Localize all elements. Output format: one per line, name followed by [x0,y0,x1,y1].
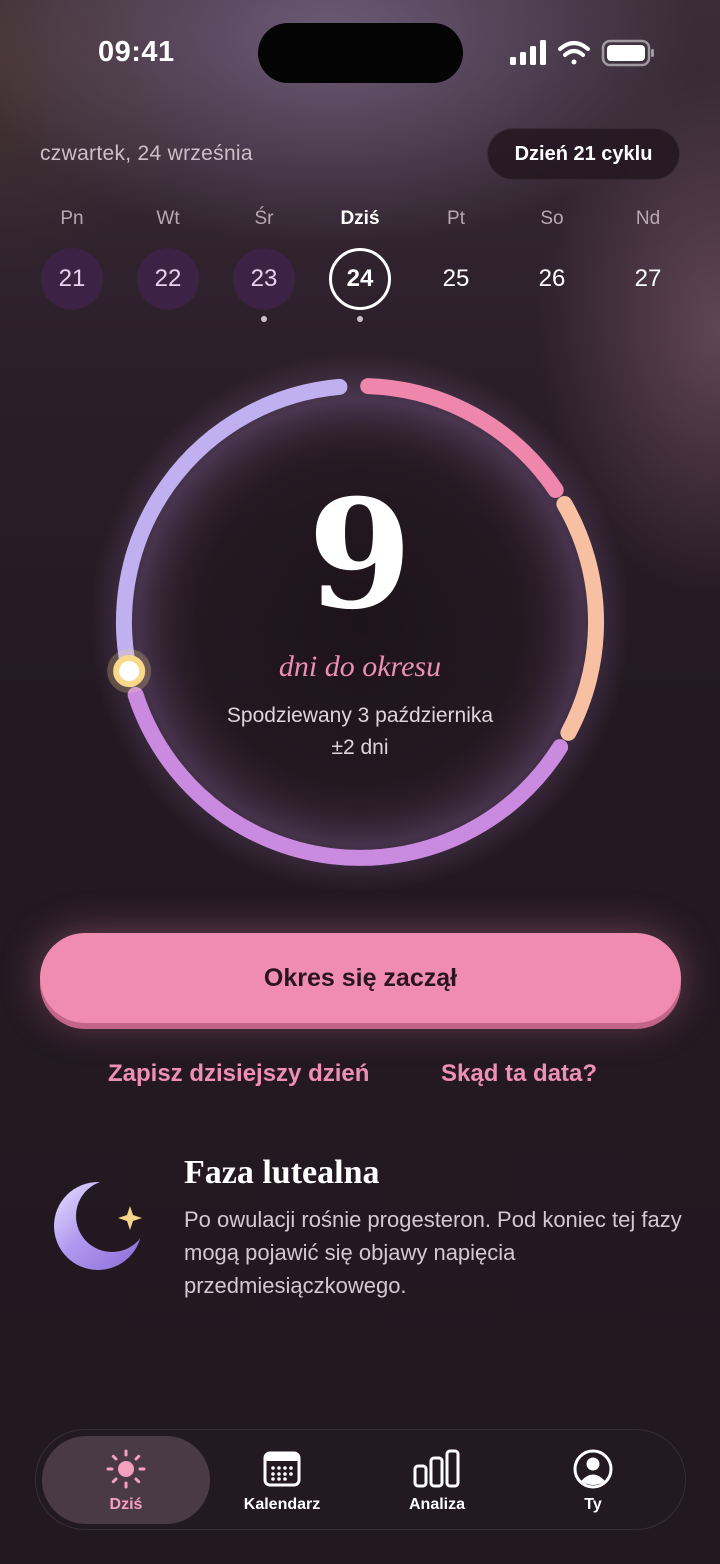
week-day-number: 26 [538,265,566,292]
cycle-day-badge[interactable]: Dzień 21 cyklu [487,128,680,180]
log-today-link[interactable]: Zapisz dzisiejszy dzień [108,1060,369,1088]
week-day-name: Pn [60,208,84,229]
profile-icon [573,1449,613,1489]
days-until-label: dni do okresu [278,650,442,683]
today-marker [107,649,152,694]
expected-date: Spodziewany 3 października ±2 dni [160,700,560,764]
tab-label-analysis: Analiza [408,1496,465,1513]
tab-calendar[interactable]: Kalendarz [198,1436,366,1524]
wifi-icon [558,41,590,65]
week-day-5[interactable]: So 26 [520,208,584,310]
week-day-name: Śr [254,208,274,229]
week-day-name: Pt [447,208,465,229]
week-day-number: 21 [41,248,103,310]
week-day-number: 25 [442,265,470,292]
sun-icon [106,1449,146,1489]
tab-label-profile: Ty [584,1496,602,1513]
phase-description: Po owulacji rośnie progesteron. Pod koni… [184,1207,682,1298]
marker-dot [113,655,146,688]
tab-label-calendar: Kalendarz [243,1496,321,1513]
week-day-name: Dziś [340,208,380,229]
week-day-name: Nd [635,208,661,229]
week-day-4[interactable]: Pt 25 [424,208,488,310]
moon-icon [54,1182,142,1270]
expected-date-text: Spodziewany 3 października [226,704,494,727]
log-dot [357,316,363,322]
week-day-2[interactable]: Śr 23 [232,208,296,322]
week-day-3[interactable]: Dziś 24 [328,208,392,322]
tab-label-today: Dziś [109,1496,143,1513]
days-until-period: 9 [307,467,413,643]
week-day-name: So [540,208,564,229]
week-day-number: 27 [634,265,662,292]
week-day-1[interactable]: Wt 22 [136,208,200,310]
expected-margin: ±2 dni [331,736,389,759]
tab-today[interactable]: Dziś [42,1436,210,1524]
week-day-number: 24 [329,248,391,310]
period-started-button[interactable]: Okres się zaczął [40,933,681,1023]
status-icons [510,39,654,67]
week-day-number: 22 [137,248,199,310]
week-day-0[interactable]: Pn 21 [40,208,104,310]
bar-chart-icon [413,1449,460,1488]
battery-icon [601,39,654,67]
week-day-6[interactable]: Nd 27 [616,208,680,310]
phase-title: Faza lutealna [184,1154,380,1191]
why-date-link[interactable]: Skąd ta data? [441,1060,597,1088]
status-time: 09:41 [98,36,175,68]
dynamic-island [258,23,463,83]
tab-analysis[interactable]: Analiza [353,1436,521,1524]
week-day-number: 23 [233,248,295,310]
current-date: czwartek, 24 września [40,142,253,165]
signal-icon [510,40,546,65]
log-dot [261,316,267,322]
calendar-icon [263,1451,301,1487]
week-day-name: Wt [156,208,180,229]
tab-profile[interactable]: Ty [509,1436,677,1524]
